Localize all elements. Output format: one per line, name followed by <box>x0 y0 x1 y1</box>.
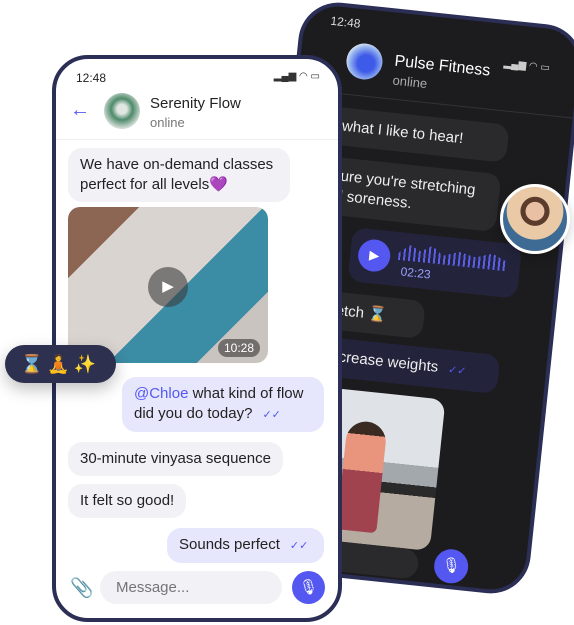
reaction-pill[interactable]: ⌛🧘✨ <box>5 345 116 383</box>
contact-avatar-floating <box>500 184 570 254</box>
read-ticks-icon: ✓✓ <box>289 540 309 552</box>
audio-duration: 02:23 <box>399 264 432 282</box>
message-bubble: Sounds perfect ✓✓ <box>167 528 324 563</box>
status-icons: ▂▄▆ ◠ ▭ <box>273 71 320 82</box>
contact-name: Serenity Flow <box>150 95 241 112</box>
front-phone: 12:48 ▂▄▆ ◠ ▭ ← Serenity Flow online We … <box>52 55 342 622</box>
paperclip-icon[interactable]: 📎 <box>70 576 94 600</box>
play-icon[interactable]: ▶ <box>148 267 188 307</box>
message-bubble: @Chloe what kind of flow did you do toda… <box>122 377 324 432</box>
message-bubble: 30-minute vinyasa sequence <box>68 442 283 476</box>
message-text: Sounds perfect <box>179 536 280 553</box>
contact-avatar[interactable] <box>344 41 385 82</box>
mention[interactable]: @Chloe <box>134 385 188 402</box>
play-icon[interactable]: ▶ <box>356 237 392 274</box>
contact-avatar[interactable] <box>104 93 140 129</box>
audio-message: ▶ 02:23 <box>347 227 523 299</box>
read-ticks-icon: ✓✓ <box>262 409 281 421</box>
contact-status: online <box>150 115 185 130</box>
video-duration: 10:28 <box>217 339 260 357</box>
video-message[interactable]: ▶ 10:28 <box>68 207 268 363</box>
message-bubble: It felt so good! <box>68 484 187 518</box>
message-input[interactable] <box>100 571 282 604</box>
mic-icon[interactable]: 🎙 <box>432 547 470 585</box>
status-time: 12:48 <box>76 71 107 85</box>
mic-icon[interactable]: 🎙 <box>292 571 325 604</box>
divider <box>56 139 338 140</box>
photo-subject <box>336 419 388 534</box>
read-ticks-icon: ✓✓ <box>447 363 467 378</box>
status-icons: ▂▄▆ ◠ ▭ <box>503 58 551 74</box>
status-time: 12:48 <box>329 13 362 31</box>
back-arrow-icon[interactable]: ← <box>70 99 90 122</box>
message-bubble: We have on-demand classes perfect for al… <box>68 148 290 202</box>
contact-status: online <box>391 72 428 92</box>
